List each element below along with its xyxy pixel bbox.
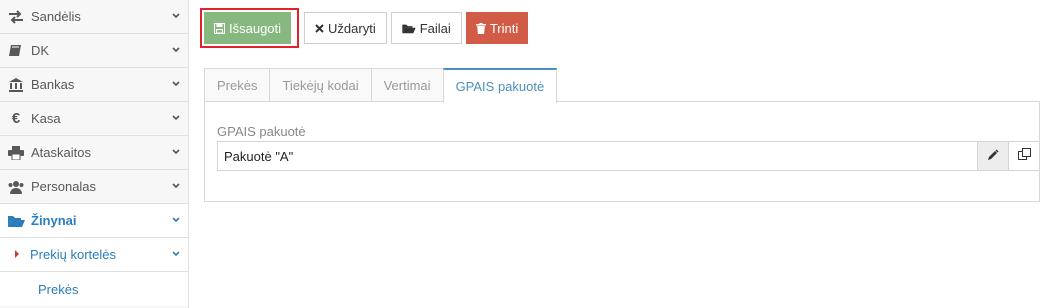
chevron-down-icon — [172, 149, 180, 155]
exchange-icon — [7, 9, 25, 25]
copy-button[interactable] — [1008, 142, 1039, 170]
euro-icon: € — [11, 110, 21, 127]
folder-open-icon — [402, 23, 416, 34]
gpais-field-label: GPAIS pakuotė — [217, 124, 306, 139]
caret-right-icon — [15, 250, 19, 258]
tab-gpais-pakuote[interactable]: GPAIS pakuotė — [442, 68, 558, 103]
sidebar-item-label: Bankas — [31, 77, 75, 92]
chevron-down-icon — [172, 217, 180, 223]
trash-icon — [475, 22, 486, 34]
main-content: Išsaugoti Uždaryti Failai Trinti Prekės … — [190, 0, 1047, 308]
sidebar-item-prekiu-korteles[interactable]: Prekių kortelės — [0, 238, 188, 272]
delete-button[interactable]: Trinti — [465, 12, 529, 44]
chevron-down-icon — [172, 81, 180, 87]
sidebar-item-label: Prekių kortelės — [30, 247, 116, 262]
close-icon — [315, 23, 324, 33]
gpais-field-value[interactable]: Pakuotė "A" — [218, 149, 977, 164]
gpais-field: Pakuotė "A" — [217, 141, 1040, 171]
sidebar-item-zinynai[interactable]: Žinynai — [0, 204, 188, 238]
sidebar-item-dk[interactable]: DK — [0, 34, 188, 68]
tab-vertimai[interactable]: Vertimai — [370, 68, 444, 102]
sidebar-item-label: Kasa — [31, 111, 61, 126]
sidebar-item-prekes[interactable]: Prekės — [0, 272, 188, 306]
sidebar-item-ataskaitos[interactable]: Ataskaitos — [0, 136, 188, 170]
sidebar-item-label: DK — [31, 43, 50, 58]
chevron-down-icon — [172, 47, 180, 53]
sidebar-item-kasa[interactable]: € Kasa — [0, 102, 188, 136]
toolbar: Išsaugoti Uždaryti Failai Trinti — [200, 8, 532, 52]
close-button-label: Uždaryti — [328, 20, 376, 36]
print-icon — [7, 145, 25, 161]
tab-tiekeju-kodai[interactable]: Tiekėjų kodai — [269, 68, 372, 102]
close-button[interactable]: Uždaryti — [304, 12, 387, 44]
sidebar-item-label: Žinynai — [31, 213, 77, 228]
sidebar: Sandėlis DK Bankas € Kasa Ataskaitos Per… — [0, 0, 189, 308]
edit-button[interactable] — [977, 142, 1008, 170]
tab-prekes[interactable]: Prekės — [204, 68, 271, 102]
chevron-down-icon — [172, 183, 180, 189]
sidebar-item-sandelis[interactable]: Sandėlis — [0, 0, 188, 34]
copy-icon — [1017, 148, 1031, 164]
chevron-down-icon — [172, 251, 180, 257]
sidebar-item-label: Prekės — [38, 281, 79, 297]
save-button-label: Išsaugoti — [229, 20, 282, 36]
floppy-disk-icon — [214, 22, 225, 34]
folder-open-icon — [7, 213, 25, 229]
sidebar-item-personalas[interactable]: Personalas — [0, 170, 188, 204]
files-button-label: Failai — [419, 20, 451, 36]
tab-bar: Prekės Tiekėjų kodai Vertimai GPAIS paku… — [204, 68, 558, 103]
sidebar-item-label: Personalas — [31, 179, 97, 194]
sidebar-item-label: Sandėlis — [31, 9, 81, 24]
pencil-icon — [987, 149, 999, 164]
save-button-highlight: Išsaugoti — [200, 8, 300, 48]
sidebar-item-bankas[interactable]: Bankas — [0, 68, 188, 102]
bank-icon — [7, 77, 25, 93]
chevron-down-icon — [172, 115, 180, 121]
files-button[interactable]: Failai — [390, 12, 462, 44]
users-icon — [7, 179, 25, 195]
tab-panel: GPAIS pakuotė Pakuotė "A" — [204, 101, 1040, 202]
chevron-down-icon — [172, 13, 180, 19]
save-button[interactable]: Išsaugoti — [204, 12, 292, 44]
book-icon — [7, 43, 25, 59]
delete-button-label: Trinti — [489, 20, 519, 36]
sidebar-item-label: Ataskaitos — [31, 145, 91, 160]
